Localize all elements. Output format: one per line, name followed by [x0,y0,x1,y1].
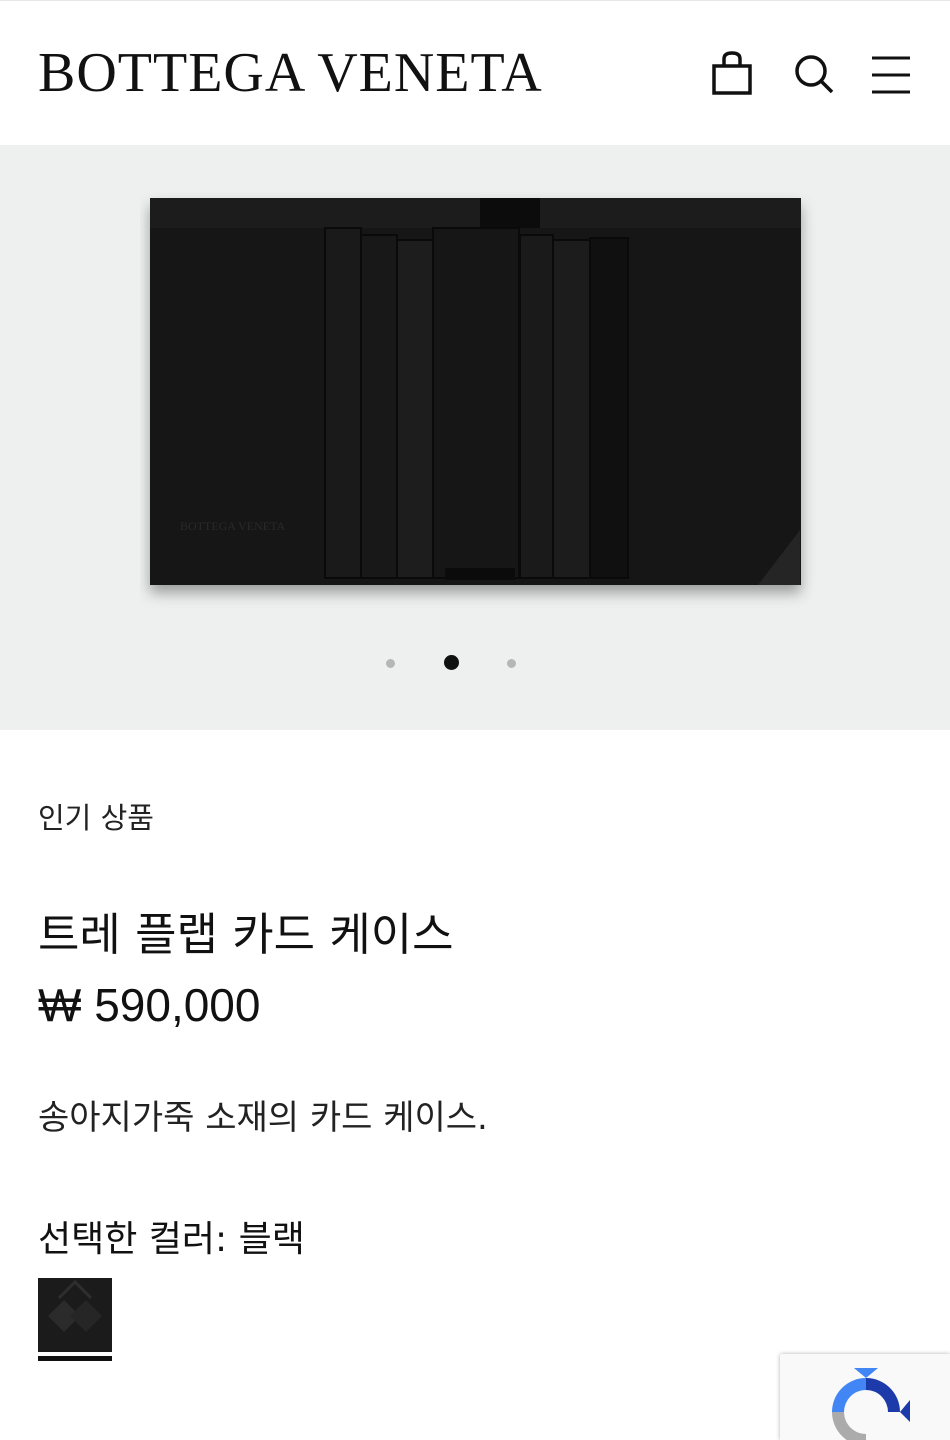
product-description: 송아지가죽 소재의 카드 케이스. [38,1098,488,1138]
shopping-bag-button[interactable] [708,49,756,97]
pagination-dot-1[interactable] [386,659,395,668]
color-swatch-black[interactable] [38,1278,112,1352]
search-icon [795,55,834,94]
selected-swatch-indicator [38,1356,112,1361]
selected-color-prefix: 선택한 컬러: [38,1219,228,1260]
recaptcha-badge[interactable] [780,1354,950,1440]
pagination-dot-2-active[interactable] [444,655,459,670]
brand-logo[interactable]: BOTTEGA VENETA [38,41,543,105]
menu-button[interactable] [866,49,914,97]
selected-color-label: 선택한 컬러: 블랙 [38,1210,305,1262]
selected-color-value: 블랙 [238,1219,305,1260]
product-gallery[interactable]: BOTTEGA VENETA [0,145,950,730]
pagination-dot-3[interactable] [507,659,516,668]
shopping-bag-icon [712,51,752,95]
product-image[interactable]: BOTTEGA VENETA [140,190,820,610]
product-title: 트레 플랩 카드 케이스 [38,908,454,961]
svg-text:BOTTEGA VENETA: BOTTEGA VENETA [180,519,285,533]
product-price: ₩ 590,000 [38,979,261,1031]
woven-pattern-image [38,1278,112,1352]
site-header: BOTTEGA VENETA [0,0,950,146]
recaptcha-icon [832,1368,910,1440]
product-badge: 인기 상품 [38,801,154,835]
menu-icon [872,56,910,94]
gallery-pagination [0,653,950,673]
search-button[interactable] [790,49,838,97]
